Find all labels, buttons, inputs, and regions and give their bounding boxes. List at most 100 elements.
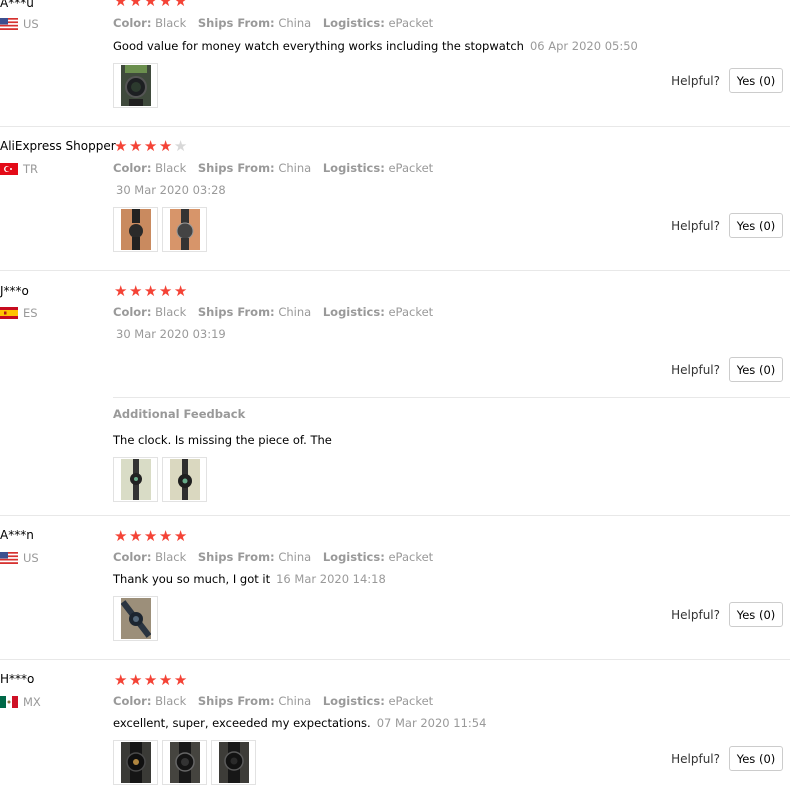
review-photo-thumbnail[interactable] (113, 63, 158, 108)
review-divider (0, 270, 790, 271)
rating-stars: ★ ★ ★ ★ ★ (114, 529, 189, 544)
logistics-label: Logistics: (322, 16, 385, 30)
review-photo-thumbnail[interactable] (162, 207, 207, 252)
ships-from-label: Ships From: (197, 550, 275, 564)
review-photo-thumbnail[interactable] (113, 740, 158, 785)
logistics-label: Logistics: (322, 161, 385, 175)
helpful-yes-button[interactable]: Yes (0) (729, 746, 783, 771)
ships-from-value: China (278, 694, 312, 708)
helpful-label: Helpful? (671, 362, 720, 377)
additional-feedback-photos (113, 457, 211, 502)
ships-from-value: China (278, 161, 312, 175)
review-photo-thumbnail[interactable] (211, 740, 256, 785)
star-filled-icon: ★ (173, 527, 188, 545)
review-date: 16 Mar 2020 14:18 (276, 572, 386, 586)
star-filled-icon: ★ (158, 282, 173, 300)
helpful-yes-button[interactable]: Yes (0) (729, 357, 783, 382)
order-info: Color: Black Ships From: China Logistics… (113, 550, 433, 564)
country-code: ES (23, 306, 38, 320)
review-photos (113, 596, 162, 641)
star-filled-icon: ★ (173, 282, 188, 300)
reviewer-name: J***o (0, 284, 29, 298)
star-filled-icon: ★ (158, 137, 173, 155)
star-filled-icon: ★ (114, 0, 128, 10)
star-filled-icon: ★ (114, 527, 128, 545)
rating-stars: ★ ★ ★ ★ ★ (114, 673, 189, 688)
helpful-section: Helpful? Yes (0) (671, 213, 783, 238)
star-filled-icon: ★ (173, 671, 188, 689)
ships-from-label: Ships From: (197, 305, 275, 319)
reviewer-country: TR (0, 162, 38, 176)
additional-feedback-text: The clock. Is missing the piece of. The (113, 433, 332, 447)
us-flag-icon (0, 18, 18, 30)
color-label: Color: (113, 550, 152, 564)
star-filled-icon: ★ (114, 671, 128, 689)
review-date: 07 Mar 2020 11:54 (376, 716, 487, 730)
helpful-section: Helpful? Yes (0) (671, 357, 783, 382)
color-label: Color: (113, 305, 152, 319)
star-filled-icon: ★ (143, 137, 158, 155)
review-text: Thank you so much, I got it (113, 572, 271, 586)
reviewer-name: AliExpress Shopper (0, 139, 116, 153)
additional-feedback-title: Additional Feedback (113, 407, 246, 421)
tr-flag-icon (0, 163, 18, 175)
additional-feedback-divider (113, 397, 790, 398)
star-filled-icon: ★ (143, 527, 158, 545)
country-code: MX (23, 695, 41, 709)
review-date: 06 Apr 2020 05:50 (529, 39, 638, 53)
ships-from-value: China (278, 550, 312, 564)
helpful-yes-button[interactable]: Yes (0) (729, 213, 783, 238)
helpful-label: Helpful? (671, 73, 720, 88)
color-label: Color: (113, 16, 152, 30)
logistics-value: ePacket (388, 16, 434, 30)
review-divider (0, 515, 790, 516)
star-filled-icon: ★ (128, 0, 143, 10)
reviewer-name: A***n (0, 528, 34, 542)
reviewer-country: MX (0, 695, 41, 709)
ships-from-label: Ships From: (197, 16, 275, 30)
review-divider (0, 659, 790, 660)
rating-stars: ★ ★ ★ ★ ★ (114, 0, 189, 9)
helpful-yes-button[interactable]: Yes (0) (729, 68, 783, 93)
helpful-section: Helpful? Yes (0) (671, 602, 783, 627)
reviewer-country: US (0, 17, 39, 31)
review-date: 30 Mar 2020 03:28 (116, 183, 226, 197)
helpful-yes-button[interactable]: Yes (0) (729, 602, 783, 627)
es-flag-icon (0, 307, 18, 319)
star-filled-icon: ★ (158, 527, 173, 545)
star-filled-icon: ★ (128, 671, 143, 689)
logistics-label: Logistics: (322, 550, 385, 564)
country-code: US (23, 551, 39, 565)
ships-from-label: Ships From: (197, 694, 275, 708)
star-filled-icon: ★ (143, 282, 158, 300)
color-label: Color: (113, 694, 152, 708)
review-photos (113, 207, 211, 252)
helpful-label: Helpful? (671, 751, 720, 766)
review-photo-thumbnail[interactable] (113, 596, 158, 641)
star-filled-icon: ★ (128, 282, 143, 300)
review-text-row: Good value for money watch everything wo… (113, 39, 638, 53)
review-photo-thumbnail[interactable] (162, 740, 207, 785)
review-text-row: Thank you so much, I got it 16 Mar 2020 1… (113, 572, 386, 586)
logistics-value: ePacket (388, 305, 434, 319)
review-text-row: excellent, super, exceeded my expectatio… (113, 716, 486, 730)
reviewer-name: A***u (0, 0, 34, 10)
us-flag-icon (0, 552, 18, 564)
review-text: Good value for money watch everything wo… (113, 39, 524, 53)
rating-stars: ★ ★ ★ ★ ★ (114, 284, 189, 299)
review-photo-thumbnail[interactable] (162, 457, 207, 502)
order-info: Color: Black Ships From: China Logistics… (113, 161, 433, 175)
star-filled-icon: ★ (173, 0, 188, 10)
review-date: 30 Mar 2020 03:19 (116, 327, 226, 341)
star-filled-icon: ★ (143, 0, 158, 10)
star-filled-icon: ★ (114, 137, 128, 155)
reviewer-country: ES (0, 306, 38, 320)
review-text: excellent, super, exceeded my expectatio… (113, 716, 371, 730)
review-photo-thumbnail[interactable] (113, 207, 158, 252)
star-filled-icon: ★ (143, 671, 158, 689)
review-photo-thumbnail[interactable] (113, 457, 158, 502)
order-info: Color: Black Ships From: China Logistics… (113, 694, 433, 708)
star-filled-icon: ★ (128, 527, 143, 545)
star-filled-icon: ★ (128, 137, 143, 155)
ships-from-value: China (278, 305, 312, 319)
